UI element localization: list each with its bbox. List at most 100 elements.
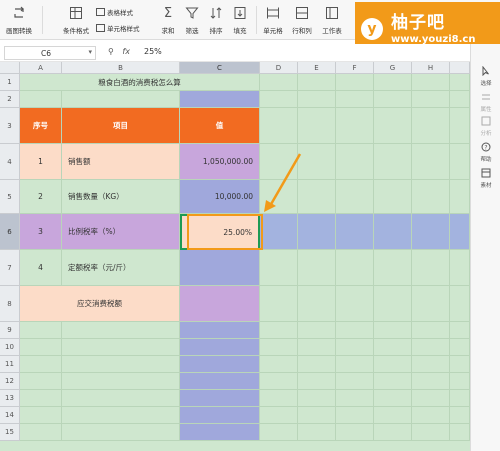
cell-no[interactable]: 1 xyxy=(20,144,62,180)
cell-no[interactable]: 2 xyxy=(20,180,62,214)
filter-button[interactable]: 筛选 xyxy=(180,3,204,37)
grid-cell[interactable] xyxy=(412,91,450,108)
grid-cell[interactable] xyxy=(62,356,180,373)
convert-button[interactable]: 画图转换 xyxy=(4,3,34,37)
row-header-13[interactable]: 13 xyxy=(0,390,20,407)
grid-cell[interactable] xyxy=(336,250,374,286)
grid-cell[interactable] xyxy=(374,407,412,424)
grid-cell[interactable] xyxy=(336,286,374,322)
name-box[interactable]: C6 ▾ xyxy=(4,46,96,60)
row-header-2[interactable]: 2 xyxy=(0,91,20,108)
spreadsheet-grid[interactable]: A B C D E F G H 1 2 3 4 5 6 7 8 9 10 11 12 13 14 15 粮食白酒的消费税怎么算… xyxy=(0,62,470,451)
grid-cell[interactable] xyxy=(180,390,260,407)
grid-cell[interactable] xyxy=(336,214,374,250)
grid-cell[interactable] xyxy=(374,424,412,441)
grid-cell[interactable] xyxy=(298,144,336,180)
grid-cell[interactable] xyxy=(412,214,450,250)
grid-cell[interactable] xyxy=(412,144,450,180)
grid-cell[interactable] xyxy=(336,322,374,339)
grid-cell[interactable] xyxy=(62,407,180,424)
grid-cell[interactable] xyxy=(260,424,298,441)
row-header-14[interactable]: 14 xyxy=(0,407,20,424)
grid-cell[interactable] xyxy=(180,424,260,441)
grid-cell[interactable] xyxy=(374,108,412,144)
grid-cell[interactable] xyxy=(298,407,336,424)
cell-value[interactable] xyxy=(180,250,260,286)
column-header-h[interactable]: H xyxy=(412,62,450,74)
header-cell-value[interactable]: 值 xyxy=(180,108,260,144)
grid-cell[interactable] xyxy=(20,356,62,373)
header-cell-no[interactable]: 序号 xyxy=(20,108,62,144)
fill-button[interactable]: 填充 xyxy=(228,3,252,37)
total-label[interactable]: 应交消费税额 xyxy=(20,286,180,322)
column-header-c[interactable]: C xyxy=(180,62,260,74)
grid-cell[interactable] xyxy=(298,91,336,108)
grid-cell[interactable] xyxy=(180,373,260,390)
grid-cell[interactable] xyxy=(260,250,298,286)
header-cell-item[interactable]: 项目 xyxy=(62,108,180,144)
grid-cell[interactable] xyxy=(180,339,260,356)
column-header-d[interactable]: D xyxy=(260,62,298,74)
grid-cell[interactable] xyxy=(180,407,260,424)
grid-cell[interactable] xyxy=(298,214,336,250)
grid-cell[interactable] xyxy=(180,322,260,339)
grid-cell[interactable] xyxy=(412,339,450,356)
row-header-12[interactable]: 12 xyxy=(0,373,20,390)
select-all-corner[interactable] xyxy=(0,62,20,74)
cell-item[interactable]: 销售额 xyxy=(62,144,180,180)
row-header-4[interactable]: 4 xyxy=(0,144,20,180)
cell-item[interactable]: 销售数量（KG） xyxy=(62,180,180,214)
grid-cell[interactable] xyxy=(260,407,298,424)
grid-cell[interactable] xyxy=(260,74,298,91)
grid-cell[interactable] xyxy=(298,339,336,356)
grid-cell[interactable] xyxy=(20,339,62,356)
grid-cell[interactable] xyxy=(374,286,412,322)
grid-cell[interactable] xyxy=(62,339,180,356)
grid-cell[interactable] xyxy=(374,250,412,286)
grid-cell[interactable] xyxy=(336,74,374,91)
grid-cell[interactable] xyxy=(298,286,336,322)
grid-cell[interactable] xyxy=(336,144,374,180)
grid-cell[interactable] xyxy=(62,322,180,339)
grid-cell[interactable] xyxy=(374,356,412,373)
grid-cell[interactable] xyxy=(336,356,374,373)
grid-cell[interactable] xyxy=(20,373,62,390)
grid-cell[interactable] xyxy=(260,339,298,356)
grid-cell[interactable] xyxy=(374,214,412,250)
grid-cell[interactable] xyxy=(374,339,412,356)
grid-cell[interactable] xyxy=(260,144,298,180)
grid-cell[interactable] xyxy=(412,286,450,322)
zoom-icon[interactable]: ⚲ xyxy=(108,47,114,56)
grid-cell[interactable] xyxy=(298,424,336,441)
row-header-9[interactable]: 9 xyxy=(0,322,20,339)
column-header-e[interactable]: E xyxy=(298,62,336,74)
grid-cell[interactable] xyxy=(412,108,450,144)
grid-cell[interactable] xyxy=(298,390,336,407)
grid-cell[interactable] xyxy=(336,373,374,390)
grid-cell[interactable] xyxy=(260,373,298,390)
sidebar-item-select[interactable]: 选择 xyxy=(471,65,500,87)
grid-cell[interactable] xyxy=(260,180,298,214)
grid-cell[interactable] xyxy=(336,180,374,214)
sheet-button[interactable]: 工作表 xyxy=(318,3,346,37)
grid-cell[interactable] xyxy=(180,356,260,373)
grid-cell[interactable] xyxy=(374,322,412,339)
grid-cell[interactable] xyxy=(20,407,62,424)
sidebar-item-material[interactable]: 素材 xyxy=(471,168,500,189)
cell-item[interactable]: 比例税率（%） xyxy=(62,214,180,250)
grid-cell[interactable] xyxy=(298,180,336,214)
grid-cell[interactable] xyxy=(412,180,450,214)
grid-cell[interactable] xyxy=(336,424,374,441)
sum-button[interactable]: Σ 求和 xyxy=(156,3,180,37)
cell-value[interactable]: 1,050,000.00 xyxy=(180,144,260,180)
cell-no[interactable]: 4 xyxy=(20,250,62,286)
cell-value[interactable]: 10,000.00 xyxy=(180,180,260,214)
column-header-g[interactable]: G xyxy=(374,62,412,74)
grid-cell[interactable] xyxy=(298,322,336,339)
rows-cols-button[interactable]: 行和列 xyxy=(288,3,316,37)
column-header-f[interactable]: F xyxy=(336,62,374,74)
row-header-7[interactable]: 7 xyxy=(0,250,20,286)
fx-icon[interactable]: fx xyxy=(122,47,130,56)
grid-cell[interactable] xyxy=(260,214,298,250)
grid-cell[interactable] xyxy=(260,356,298,373)
